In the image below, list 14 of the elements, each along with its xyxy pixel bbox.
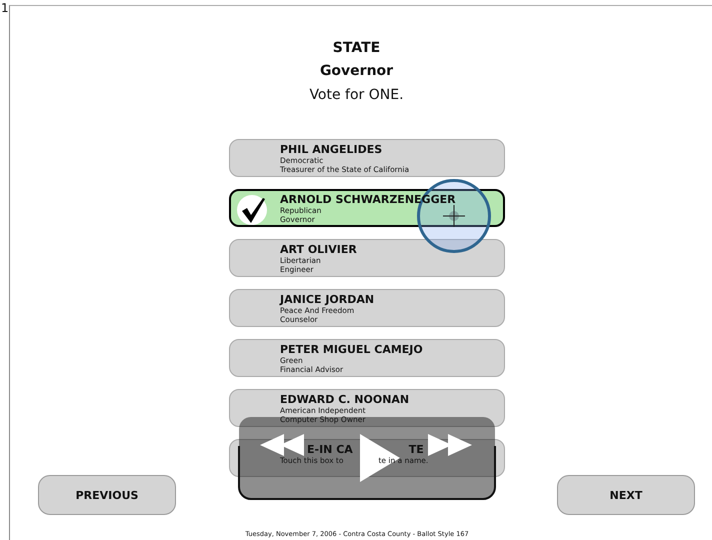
instruction-text: Vote for ONE. [309, 86, 404, 105]
write-in-title: E-IN CA [307, 443, 353, 456]
office-title: Governor [320, 62, 394, 81]
previous-button[interactable]: PREVIOUS [38, 475, 176, 515]
candidate-name: PHIL ANGELIDES [280, 143, 382, 156]
write-in-title: TE [408, 443, 424, 456]
candidate-name: PETER MIGUEL CAMEJO [280, 343, 423, 356]
checkmark-icon [237, 195, 267, 225]
candidate-name: EDWARD C. NOONAN [280, 393, 410, 406]
page-number: 1 [1, 1, 9, 15]
next-button[interactable]: NEXT [557, 475, 695, 515]
candidate-name: ART OLIVIER [280, 243, 357, 256]
candidate-name: JANICE JORDAN [280, 293, 374, 306]
section-title: STATE [332, 39, 380, 57]
